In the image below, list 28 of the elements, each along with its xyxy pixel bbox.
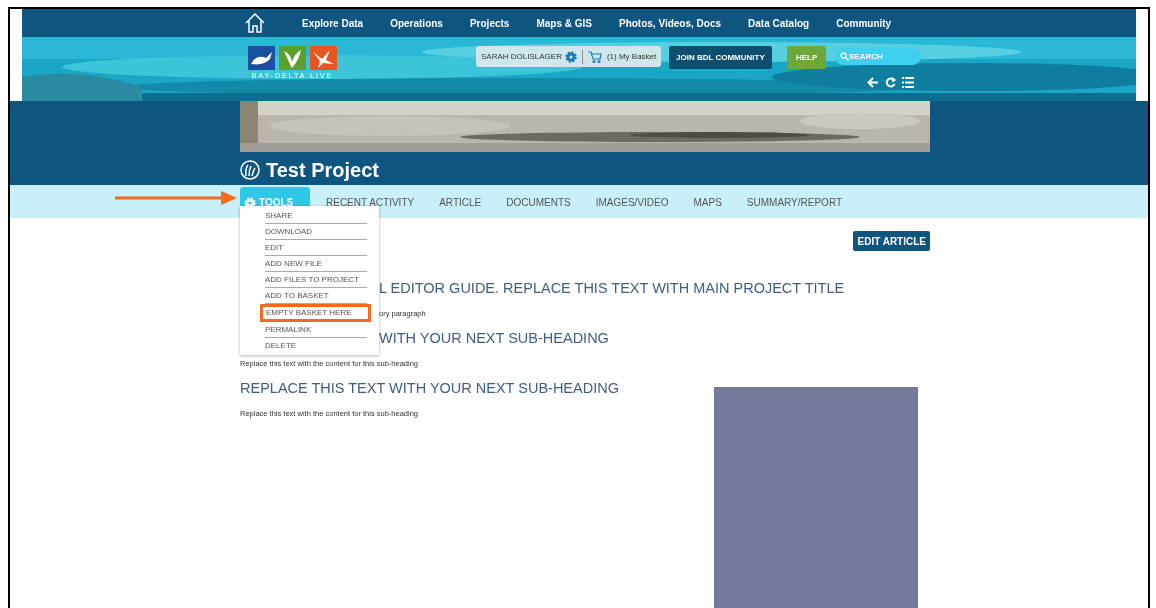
menu-item[interactable]: ADD FILES TO PROJECT (265, 272, 367, 288)
tab[interactable]: MAPS (682, 187, 733, 218)
tab[interactable]: DOCUMENTS (495, 187, 582, 218)
grass-icon (240, 160, 260, 180)
tab[interactable]: ARTICLE (428, 187, 493, 218)
menu-item[interactable]: DELETE (265, 338, 367, 354)
edit-article-button[interactable]: EDIT ARTICLE (853, 231, 930, 251)
menu-item[interactable]: ADD TO BASKET (265, 288, 367, 304)
project-title: Test Project (266, 158, 379, 183)
nav-link[interactable]: Operations (390, 15, 443, 31)
nav-link[interactable]: Data Catalog (748, 15, 810, 31)
nav-link[interactable]: Maps & GIS (536, 15, 592, 31)
section-heading: REPLACE THIS TEXT WITH YOUR NEXT SUB-HEADING (240, 378, 619, 398)
menu-item[interactable]: EMPTY BASKET HERE (260, 304, 371, 322)
nav-link[interactable]: Projects (469, 15, 510, 31)
menu-item[interactable]: DOWNLOAD (265, 224, 367, 240)
nav-link[interactable]: Photos, Videos, Docs (619, 15, 722, 31)
tab[interactable]: IMAGES/VIDEO (584, 187, 680, 218)
home-icon[interactable] (244, 12, 266, 34)
menu-item[interactable]: EDIT (265, 240, 367, 256)
article-title: L EDITOR GUIDE. REPLACE THIS TEXT WITH MAIN PROJECT TITLE (379, 278, 845, 298)
menu-item[interactable]: PERMALINK (265, 322, 367, 338)
menu-item[interactable]: ADD NEW FILE (265, 256, 367, 272)
section-heading: WITH YOUR NEXT SUB-HEADING (379, 328, 609, 348)
nav-link[interactable]: Community (836, 15, 892, 31)
tab[interactable]: SUMMARY/REPORT (735, 187, 854, 218)
menu-item[interactable]: SHARE (265, 208, 367, 224)
nav-link[interactable]: Explore Data (302, 15, 364, 31)
